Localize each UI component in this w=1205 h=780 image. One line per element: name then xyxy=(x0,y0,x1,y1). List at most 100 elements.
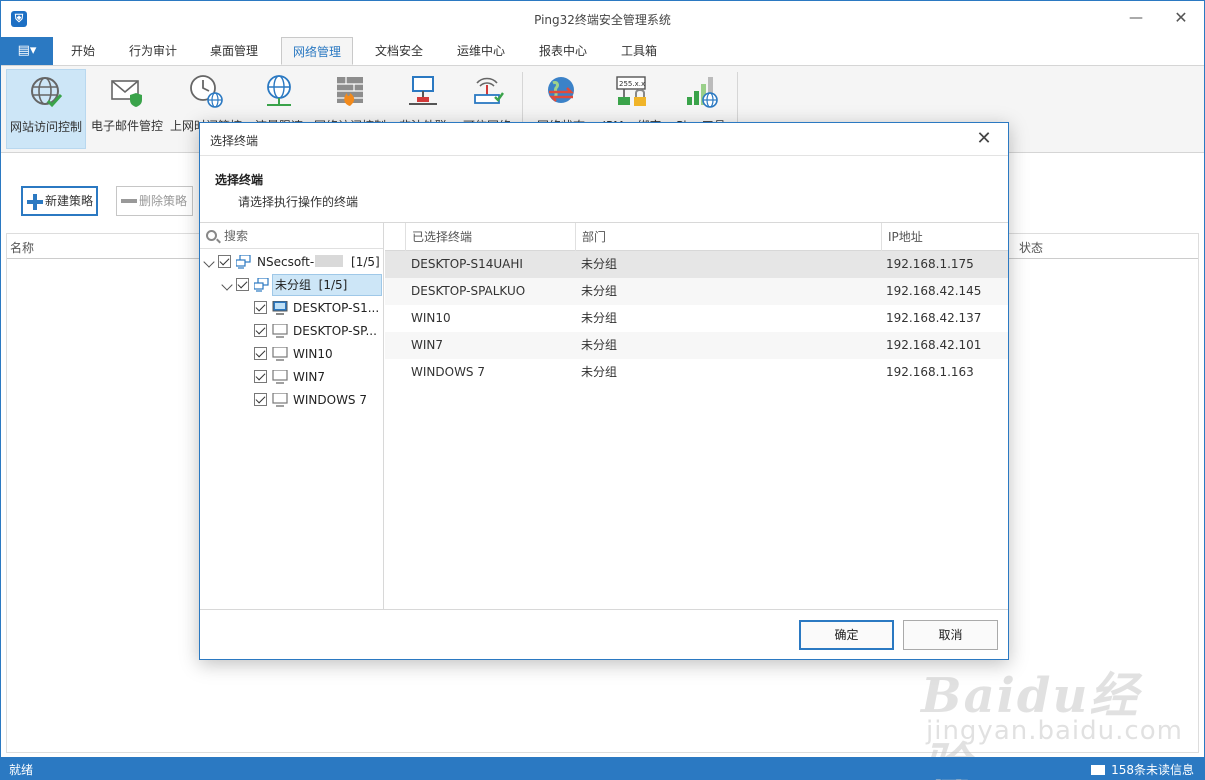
tree-terminal-item[interactable]: WIN10 xyxy=(200,343,383,365)
cell-department: 未分组 xyxy=(581,257,618,271)
cell-department: 未分组 xyxy=(581,311,618,325)
ok-button[interactable]: 确定 xyxy=(799,620,894,650)
tab-behavior-audit[interactable]: 行为审计 xyxy=(119,37,187,65)
globe-check-icon xyxy=(31,77,63,108)
unread-messages[interactable]: 158条未读信息 xyxy=(1091,761,1194,778)
svg-text:255.x.x: 255.x.x xyxy=(619,80,645,88)
terminal-label: DESKTOP-SP... xyxy=(293,324,377,338)
file-menu-button[interactable]: ▤▾ xyxy=(1,37,53,65)
cell-department: 未分组 xyxy=(581,284,618,298)
dialog-header: 选择终端 请选择执行操作的终端 xyxy=(200,155,1008,223)
cancel-button[interactable]: 取消 xyxy=(903,620,998,650)
root-checkbox[interactable] xyxy=(218,255,231,268)
cell-ip: 192.168.42.145 xyxy=(886,284,982,298)
computer-online-icon xyxy=(272,301,288,315)
terminal-label: WIN10 xyxy=(293,347,333,361)
tab-doc-security[interactable]: 文档安全 xyxy=(364,37,434,65)
cell-terminal: WINDOWS 7 xyxy=(411,365,485,379)
tab-report-center[interactable]: 报表中心 xyxy=(528,37,598,65)
cell-terminal: WIN7 xyxy=(411,338,444,352)
tab-toolbox[interactable]: 工具箱 xyxy=(610,37,668,65)
terminal-checkbox[interactable] xyxy=(254,347,267,360)
tree-terminal-item[interactable]: WIN7 xyxy=(200,366,383,388)
app-window: ⛨ Ping32终端安全管理系统 — ✕ ▤▾ 开始 行为审计 桌面管理 网络管… xyxy=(0,0,1205,780)
terminal-tree: NSecsoft- [1/5] 未分组 [1/5] DESKTOP-S1... … xyxy=(200,223,384,609)
terminal-checkbox[interactable] xyxy=(254,370,267,383)
baidu-watermark: Baidu经验 jingyan.baidu.com xyxy=(921,656,1182,780)
chevron-down-icon[interactable] xyxy=(203,256,215,268)
signal-globe-icon xyxy=(687,77,718,108)
selected-terminals-table: 已选择终端 部门 IP地址 DESKTOP-S14UAHI 未分组 192.16… xyxy=(385,223,1008,609)
terminal-label: WIN7 xyxy=(293,370,326,384)
table-header: 已选择终端 部门 IP地址 xyxy=(385,223,1008,251)
cell-terminal: DESKTOP-S14UAHI xyxy=(411,257,523,271)
terminal-label: WINDOWS 7 xyxy=(293,393,367,407)
tab-ops-center[interactable]: 运维中心 xyxy=(446,37,516,65)
table-row[interactable]: DESKTOP-SPALKUO 未分组 192.168.42.145 xyxy=(385,278,1008,305)
network-computers-icon xyxy=(236,255,251,269)
status-ready: 就绪 xyxy=(9,763,34,777)
tab-network-mgmt[interactable]: 网络管理 xyxy=(281,37,353,65)
root-count: [1/5] xyxy=(351,255,380,269)
select-terminal-dialog: 选择终端 ✕ 选择终端 请选择执行操作的终端 NSecsoft- [1/5] xyxy=(199,122,1009,660)
cell-terminal: DESKTOP-SPALKUO xyxy=(411,284,526,298)
tree-terminal-item[interactable]: DESKTOP-S1... xyxy=(200,297,383,319)
tree-root-node[interactable]: NSecsoft- [1/5] xyxy=(200,251,383,273)
close-window-button[interactable]: ✕ xyxy=(1169,7,1193,29)
group-checkbox[interactable] xyxy=(236,278,249,291)
computer-icon xyxy=(272,324,288,338)
root-label: NSecsoft- xyxy=(257,255,315,269)
group-count: [1/5] xyxy=(318,278,348,292)
terminal-checkbox[interactable] xyxy=(254,301,267,314)
tree-group-node[interactable]: 未分组 [1/5] xyxy=(200,274,383,296)
ribbon-website-access-control[interactable]: 网站访问控制 xyxy=(6,69,86,149)
terminal-label: DESKTOP-S1... xyxy=(293,301,380,315)
clock-globe-icon xyxy=(190,75,223,108)
table-row[interactable]: WIN7 未分组 192.168.42.101 xyxy=(385,332,1008,359)
cell-ip: 192.168.42.137 xyxy=(886,311,982,325)
col-selected-terminal[interactable]: 已选择终端 xyxy=(405,223,575,251)
terminal-checkbox[interactable] xyxy=(254,324,267,337)
dialog-close-button[interactable]: ✕ xyxy=(972,127,996,151)
chevron-down-icon[interactable] xyxy=(221,279,233,291)
ribbon-label: 电子邮件管控 xyxy=(90,119,163,133)
network-globe-icon xyxy=(267,75,291,106)
dialog-footer: 确定 取消 xyxy=(200,609,1008,659)
dialog-title: 选择终端 xyxy=(210,134,259,148)
table-row[interactable]: DESKTOP-S14UAHI 未分组 192.168.1.175 xyxy=(385,251,1008,278)
tab-desktop-mgmt[interactable]: 桌面管理 xyxy=(199,37,269,65)
delete-policy-button[interactable]: 删除策略 xyxy=(116,186,193,216)
tree-search-box xyxy=(200,223,383,249)
ribbon-label: 网站访问控制 xyxy=(9,120,82,134)
ribbon-email-control[interactable]: 电子邮件管控 xyxy=(89,69,165,149)
tree-terminal-item[interactable]: WINDOWS 7 xyxy=(200,389,383,411)
cell-ip: 192.168.1.175 xyxy=(886,257,974,271)
tree-terminal-item[interactable]: DESKTOP-SP... xyxy=(200,320,383,342)
cell-department: 未分组 xyxy=(581,365,618,379)
ip-lock-icon: 255.x.x xyxy=(616,76,646,106)
search-icon xyxy=(206,230,217,241)
pc-network-icon xyxy=(409,76,437,105)
table-row[interactable]: WINDOWS 7 未分组 192.168.1.163 xyxy=(385,359,1008,386)
computer-icon xyxy=(272,370,288,384)
col-department[interactable]: 部门 xyxy=(575,223,881,251)
col-status-header[interactable]: 状态 xyxy=(1019,239,1043,256)
tree-search-input[interactable] xyxy=(224,227,374,245)
title-bar: ⛨ Ping32终端安全管理系统 — ✕ xyxy=(1,1,1204,37)
unread-count: 158条未读信息 xyxy=(1111,763,1194,777)
new-policy-label: 新建策略 xyxy=(45,194,94,208)
new-policy-button[interactable]: 新建策略 xyxy=(21,186,98,216)
minimize-button[interactable]: — xyxy=(1124,7,1148,29)
table-row[interactable]: WIN10 未分组 192.168.42.137 xyxy=(385,305,1008,332)
status-bar: 就绪 158条未读信息 xyxy=(1,757,1204,779)
redacted-text xyxy=(315,255,344,267)
window-title: Ping32终端安全管理系统 xyxy=(534,13,671,27)
tab-start[interactable]: 开始 xyxy=(61,37,105,65)
dialog-header-desc: 请选择执行操作的终端 xyxy=(238,195,359,209)
cell-terminal: WIN10 xyxy=(411,311,451,325)
wifi-router-icon xyxy=(474,77,504,104)
group-computers-icon xyxy=(254,278,269,292)
terminal-checkbox[interactable] xyxy=(254,393,267,406)
col-name-header[interactable]: 名称 xyxy=(10,239,34,256)
col-ip-address[interactable]: IP地址 xyxy=(881,223,1008,251)
